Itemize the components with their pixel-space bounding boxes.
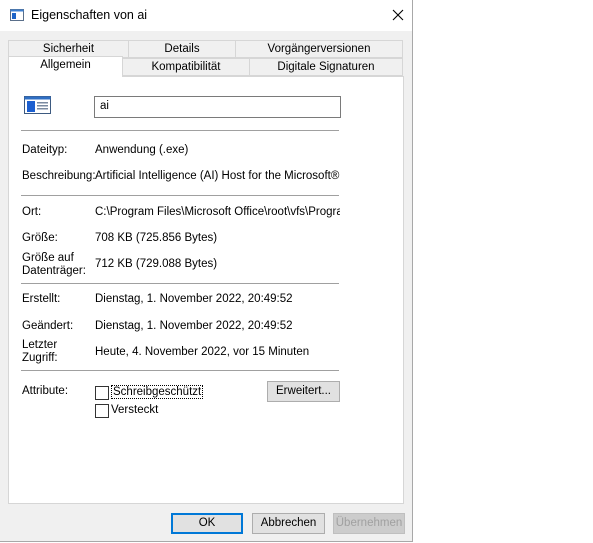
size-label: Größe: [22, 232, 58, 244]
disk-size-label-line1: Größe auf [22, 252, 74, 264]
attributes-label: Attribute: [22, 385, 69, 397]
filetype-label: Dateityp: [22, 144, 68, 156]
readonly-checkbox-label[interactable]: Schreibgeschützt [111, 385, 204, 399]
hidden-checkbox[interactable] [95, 404, 109, 418]
size-value: 708 KB (725.856 Bytes) [95, 232, 218, 244]
created-value: Dienstag, 1. November 2022, 20:49:52 [95, 293, 293, 305]
modified-value: Dienstag, 1. November 2022, 20:49:52 [95, 320, 293, 332]
disk-size-label-line2: Datenträger: [22, 265, 86, 277]
description-label: Beschreibung: [22, 170, 96, 182]
description-value: Artificial Intelligence (AI) Host for th… [95, 170, 340, 182]
advanced-button[interactable]: Erweitert... [267, 381, 340, 402]
properties-dialog: Eigenschaften von ai Sicherheit Details … [0, 0, 413, 542]
file-name-input[interactable]: ai [94, 96, 341, 118]
apply-button[interactable]: Übernehmen [333, 513, 405, 534]
separator [21, 283, 339, 284]
separator [21, 130, 339, 131]
accessed-value: Heute, 4. November 2022, vor 15 Minuten [95, 346, 310, 358]
tab-panel-allgemein [8, 76, 404, 504]
accessed-label-line1: Letzter [22, 339, 58, 351]
tab-allgemein[interactable]: Allgemein [8, 56, 123, 77]
application-icon [24, 96, 51, 114]
created-label: Erstellt: [22, 293, 61, 305]
title-bar[interactable]: Eigenschaften von ai [0, 0, 412, 31]
disk-size-value: 712 KB (729.088 Bytes) [95, 258, 218, 270]
cancel-button[interactable]: Abbrechen [252, 513, 325, 534]
separator [21, 370, 339, 371]
location-label: Ort: [22, 206, 42, 218]
modified-label: Geändert: [22, 320, 74, 332]
close-icon [392, 9, 404, 21]
separator [21, 195, 339, 196]
hidden-checkbox-label[interactable]: Versteckt [111, 404, 158, 416]
close-button[interactable] [384, 2, 412, 28]
accessed-label-line2: Zugriff: [22, 352, 58, 364]
filetype-value: Anwendung (.exe) [95, 144, 189, 156]
tab-kompatibilitaet[interactable]: Kompatibilität [122, 58, 250, 76]
readonly-checkbox[interactable] [95, 386, 109, 400]
window-title: Eigenschaften von ai [31, 8, 148, 22]
tab-vorgaengerversionen[interactable]: Vorgängerversionen [235, 40, 403, 58]
window-icon [10, 9, 24, 21]
location-value: C:\Program Files\Microsoft Office\root\v… [95, 206, 340, 218]
ok-button[interactable]: OK [171, 513, 243, 534]
tab-details[interactable]: Details [128, 40, 236, 58]
tab-digitale-signaturen[interactable]: Digitale Signaturen [249, 58, 403, 76]
